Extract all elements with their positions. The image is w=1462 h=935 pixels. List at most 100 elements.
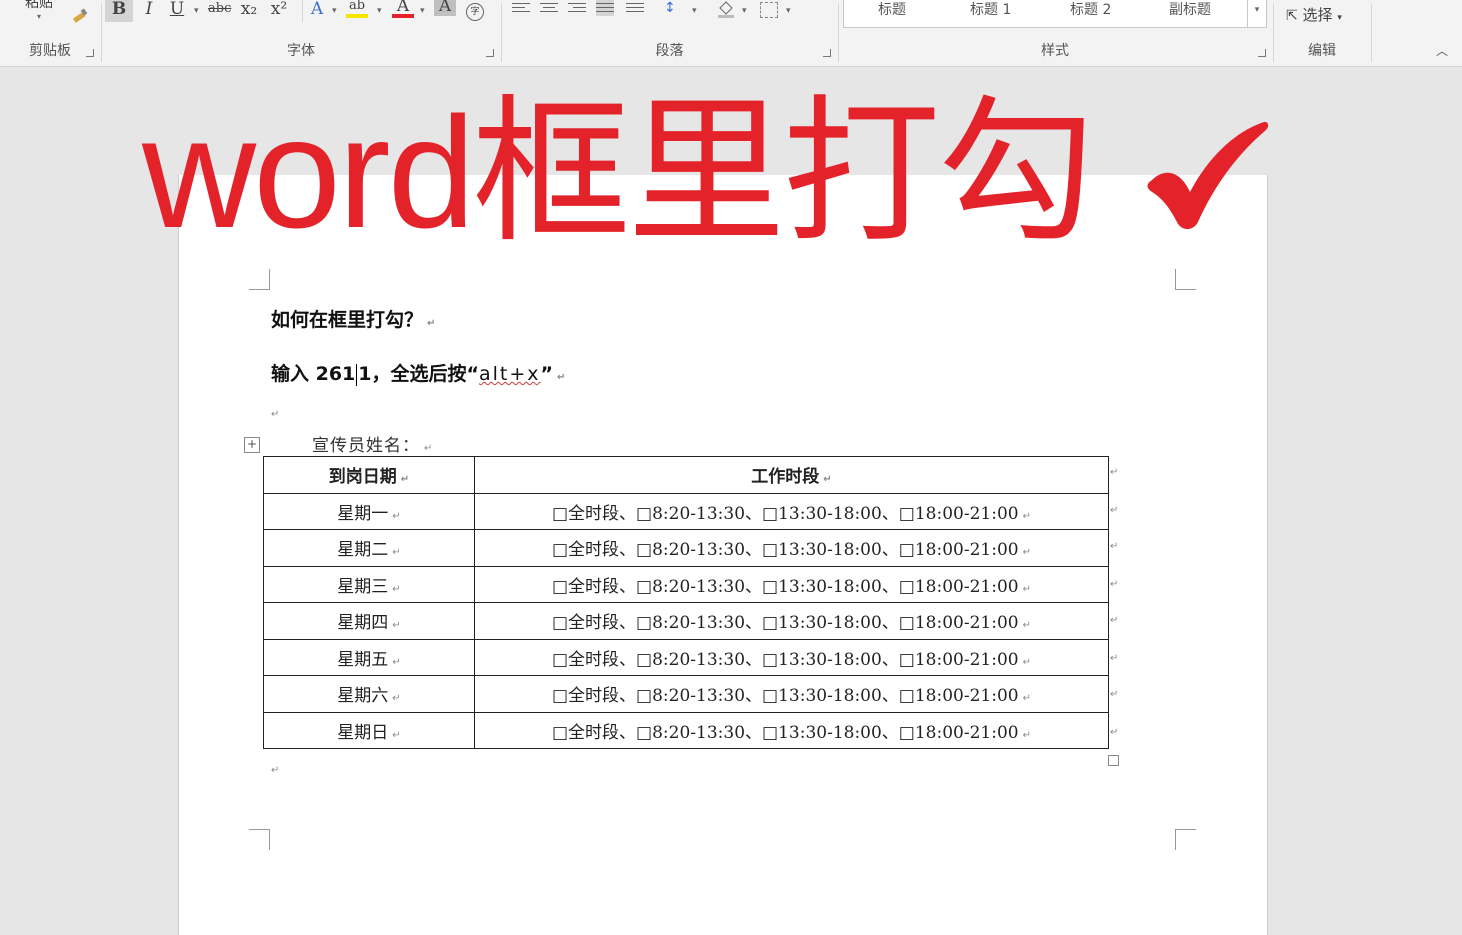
paragraph-mark: ↵: [557, 372, 566, 383]
ribbon: 粘贴 ▾ 剪贴板 B I U ▾ abc x₂ x² A ▾ ab ▾ A ▾ …: [0, 0, 1462, 67]
question-text: 如何在框里打勾？: [271, 309, 424, 331]
table-row: 星期日 ↵ □全时段、□8:20-13:30、□13:30-18:00、□18:0…: [263, 711, 1109, 749]
instruction-line[interactable]: 输入 261 1，全选后按“alt+x” ↵: [271, 359, 565, 386]
slots-cell[interactable]: □全时段、□8:20-13:30、□13:30-18:00、□18:00-21:…: [474, 675, 1109, 713]
slots-cell[interactable]: □全时段、□8:20-13:30、□13:30-18:00、□18:00-21:…: [474, 711, 1109, 749]
slots-text: □全时段、□8:20-13:30、□13:30-18:00、□18:00-21:…: [551, 613, 1019, 634]
empty-paragraph-mark: ↵: [271, 765, 280, 776]
table-row: 星期一 ↵ □全时段、□8:20-13:30、□13:30-18:00、□18:0…: [263, 492, 1109, 530]
crop-mark-top-left: [249, 269, 270, 290]
day-cell[interactable]: 星期日 ↵: [263, 711, 475, 749]
distributed-icon[interactable]: [626, 0, 644, 16]
document-page[interactable]: 如何在框里打勾？ ↵ 输入 261 1，全选后按“alt+x” ↵ ↵ + 宣传员姓名…: [178, 175, 1268, 935]
day-cell[interactable]: 星期四 ↵: [263, 602, 475, 640]
paragraph-mark: ↵: [427, 318, 436, 329]
instruction-end: ”: [540, 363, 554, 385]
slots-text: □全时段、□8:20-13:30、□13:30-18:00、□18:00-21:…: [551, 540, 1019, 561]
underline-button[interactable]: U: [166, 0, 188, 22]
highlight-button[interactable]: ab: [346, 0, 368, 18]
row-end-mark: ↵: [1110, 505, 1119, 516]
paragraph-launcher-icon[interactable]: [823, 49, 831, 57]
clipboard-group-label: 剪贴板: [29, 43, 71, 59]
font-group-label: 字体: [287, 43, 315, 59]
schedule-table[interactable]: 到岗日期 ↵ 工作时段 ↵ 星期一 ↵ □全时段、□8:20-13:30、□13:30…: [263, 456, 1109, 749]
table-header-row: 到岗日期 ↵ 工作时段 ↵: [263, 456, 1109, 494]
instruction-part-2: 1，全选后按“: [358, 363, 479, 385]
clipboard-group: 粘贴 ▾ 剪贴板: [0, 0, 100, 66]
align-center-icon[interactable]: [540, 0, 558, 16]
slots-cell[interactable]: □全时段、□8:20-13:30、□13:30-18:00、□18:00-21:…: [474, 565, 1109, 603]
borders-dropdown-icon[interactable]: ▾: [786, 6, 791, 16]
row-end-mark: ↵: [1110, 653, 1119, 664]
crop-mark-bottom-left: [249, 829, 270, 850]
styles-launcher-icon[interactable]: [1258, 49, 1266, 57]
editing-group-label: 编辑: [1308, 43, 1336, 59]
day-text: 星期四: [337, 613, 389, 634]
enclose-char-button[interactable]: 字: [464, 0, 486, 22]
superscript-button[interactable]: x²: [268, 0, 290, 22]
line-spacing-dropdown-icon[interactable]: ▾: [692, 6, 697, 16]
justify-icon[interactable]: [596, 0, 614, 16]
paragraph-mark: ↵: [424, 443, 434, 454]
align-left-icon[interactable]: [512, 0, 530, 16]
text-effect-button[interactable]: A: [306, 0, 328, 22]
day-cell[interactable]: 星期三 ↵: [263, 565, 475, 603]
header-date-text: 到岗日期: [328, 467, 397, 488]
paragraph-mark: ↵: [823, 474, 832, 486]
day-text: 星期六: [337, 686, 389, 707]
question-line[interactable]: 如何在框里打勾？ ↵: [271, 305, 435, 332]
paragraph-mark: ↵: [1022, 510, 1031, 522]
clipboard-launcher-icon[interactable]: [86, 49, 94, 57]
paragraph-mark: ↵: [392, 583, 401, 595]
editing-group: ⇱ 选择 ▾ 编辑: [1274, 0, 1370, 66]
slots-cell[interactable]: □全时段、□8:20-13:30、□13:30-18:00、□18:00-21:…: [474, 602, 1109, 640]
paragraph-mark: ↵: [1022, 620, 1031, 632]
highlight-dropdown-icon[interactable]: ▾: [377, 6, 382, 16]
collapse-ribbon-icon[interactable]: ︿: [1436, 42, 1448, 59]
italic-button[interactable]: I: [138, 0, 160, 22]
paragraph-mark: ↵: [392, 693, 401, 705]
paragraph-mark: ↵: [392, 547, 401, 559]
text-effect-dropdown-icon[interactable]: ▾: [332, 6, 337, 16]
paragraph-mark: ↵: [1022, 656, 1031, 668]
day-text: 星期二: [337, 540, 389, 561]
strikethrough-button[interactable]: abc: [208, 0, 231, 22]
slots-text: □全时段、□8:20-13:30、□13:30-18:00、□18:00-21:…: [551, 722, 1019, 743]
borders-icon[interactable]: [760, 2, 778, 18]
enclose-char-icon: 字: [466, 3, 484, 21]
paragraph-mark: ↵: [1022, 583, 1031, 595]
format-painter-icon[interactable]: [70, 6, 90, 26]
align-right-icon[interactable]: [568, 0, 586, 16]
shading-dropdown-icon[interactable]: ▾: [742, 6, 747, 16]
day-cell[interactable]: 星期五 ↵: [263, 638, 475, 676]
paste-button[interactable]: 粘贴 ▾: [18, 0, 60, 26]
bold-button[interactable]: B: [105, 0, 133, 22]
font-launcher-icon[interactable]: [486, 49, 494, 57]
subscript-button[interactable]: x₂: [238, 0, 260, 22]
slots-cell[interactable]: □全时段、□8:20-13:30、□13:30-18:00、□18:00-21:…: [474, 638, 1109, 676]
table-move-handle-icon[interactable]: +: [244, 437, 260, 453]
day-cell[interactable]: 星期六 ↵: [263, 675, 475, 713]
paragraph-mark: ↵: [1022, 729, 1031, 741]
instruction-key-text: alt+x: [479, 363, 541, 385]
form-name-label-text: 宣传员姓名：: [312, 436, 420, 456]
paragraph-group: ↕ ▾ ▾ ▾ 段落: [502, 0, 837, 66]
header-date[interactable]: 到岗日期 ↵: [263, 456, 475, 494]
underline-dropdown-icon[interactable]: ▾: [194, 6, 199, 16]
day-cell[interactable]: 星期一 ↵: [263, 492, 475, 530]
font-color-button[interactable]: A: [392, 0, 414, 18]
font-color-dropdown-icon[interactable]: ▾: [420, 6, 425, 16]
header-time-text: 工作时段: [751, 467, 820, 488]
paragraph-mark: ↵: [400, 474, 410, 486]
line-spacing-icon[interactable]: ↕: [664, 0, 676, 16]
select-button[interactable]: ⇱ 选择 ▾: [1286, 4, 1342, 25]
char-shading-button[interactable]: A: [434, 0, 456, 16]
header-time[interactable]: 工作时段 ↵: [474, 456, 1109, 494]
slots-cell[interactable]: □全时段、□8:20-13:30、□13:30-18:00、□18:00-21:…: [474, 529, 1109, 567]
day-text: 星期五: [337, 649, 389, 670]
shading-icon[interactable]: [716, 0, 736, 18]
day-cell[interactable]: 星期二 ↵: [263, 529, 475, 567]
slots-text: □全时段、□8:20-13:30、□13:30-18:00、□18:00-21:…: [551, 686, 1019, 707]
slots-cell[interactable]: □全时段、□8:20-13:30、□13:30-18:00、□18:00-21:…: [474, 492, 1109, 530]
table-resize-handle[interactable]: [1108, 755, 1119, 766]
